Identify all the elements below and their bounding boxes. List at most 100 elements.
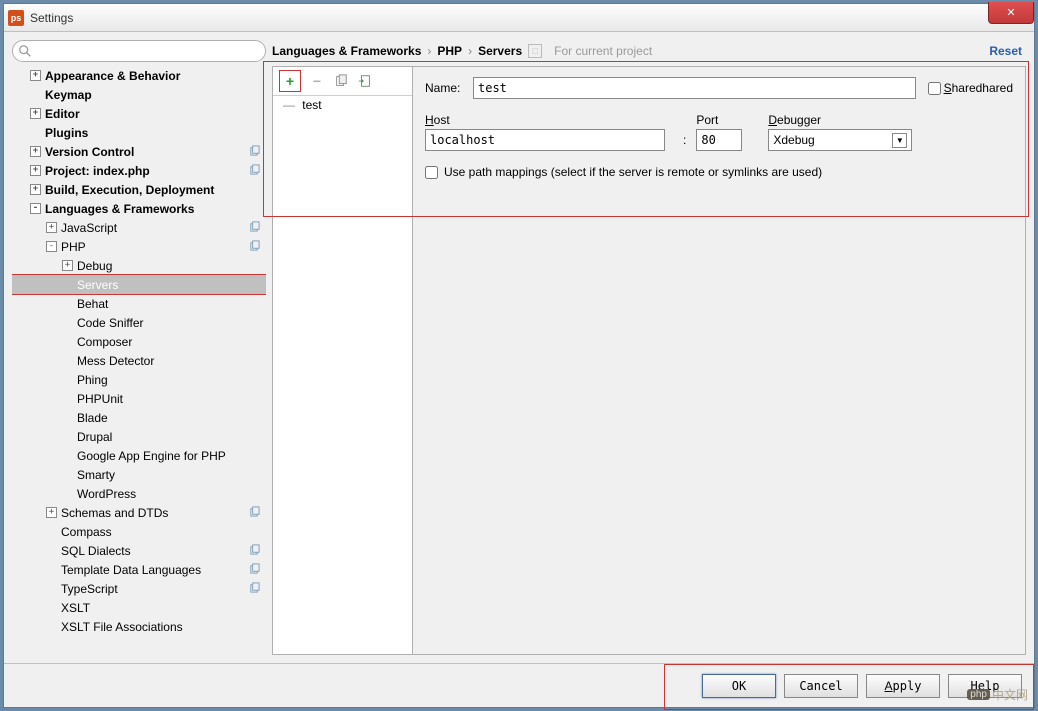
port-input[interactable] <box>696 129 742 151</box>
tree-item-phing[interactable]: Phing <box>12 370 266 389</box>
path-mappings-row: Use path mappings (select if the server … <box>425 165 1013 179</box>
expand-toggle-icon[interactable]: + <box>62 260 73 271</box>
project-scope-icon <box>249 240 260 254</box>
tree-item-label: Keymap <box>45 88 92 102</box>
server-name: test <box>302 98 321 112</box>
window-title: Settings <box>30 11 73 25</box>
tree-item-servers[interactable]: Servers <box>12 275 266 294</box>
tree-item-xslt-file-associations[interactable]: XSLT File Associations <box>12 617 266 636</box>
tree-item-label: PHPUnit <box>77 392 123 406</box>
remove-server-button[interactable]: − <box>309 73 325 89</box>
expand-toggle-icon[interactable]: - <box>30 203 41 214</box>
expand-toggle-icon[interactable]: - <box>46 241 57 252</box>
colon-column: : <box>673 117 696 147</box>
tree-item-label: Smarty <box>77 468 115 482</box>
tree-item-plugins[interactable]: Plugins <box>12 123 266 142</box>
tree-item-version-control[interactable]: + Version Control <box>12 142 266 161</box>
tree-item-sql-dialects[interactable]: SQL Dialects <box>12 541 266 560</box>
tree-item-drupal[interactable]: Drupal <box>12 427 266 446</box>
expand-toggle-icon[interactable]: + <box>46 507 57 518</box>
apply-button[interactable]: Apply <box>866 674 940 698</box>
path-mappings-label: Use path mappings (select if the server … <box>444 165 822 179</box>
tree-item-mess-detector[interactable]: Mess Detector <box>12 351 266 370</box>
tree-item-languages-frameworks[interactable]: -Languages & Frameworks <box>12 199 266 218</box>
shared-checkbox[interactable] <box>928 82 941 95</box>
breadcrumb: Languages & Frameworks › PHP › Servers □… <box>272 40 1026 62</box>
tree-item-build-execution-deployment[interactable]: + Build, Execution, Deployment <box>12 180 266 199</box>
tree-item-typescript[interactable]: TypeScript <box>12 579 266 598</box>
tree-item-label: Compass <box>61 525 112 539</box>
tree-item-debug[interactable]: +Debug <box>12 256 266 275</box>
tree-item-label: Blade <box>77 411 108 425</box>
name-input[interactable] <box>473 77 916 99</box>
breadcrumb-hint: For current project <box>554 44 652 58</box>
expand-toggle-icon[interactable]: + <box>30 184 41 195</box>
tree-item-xslt[interactable]: XSLT <box>12 598 266 617</box>
expand-toggle-icon[interactable]: + <box>46 222 57 233</box>
tree-item-editor[interactable]: +Editor <box>12 104 266 123</box>
tree-item-code-sniffer[interactable]: Code Sniffer <box>12 313 266 332</box>
app-icon: ps <box>8 10 24 26</box>
tree-item-label: Build, Execution, Deployment <box>45 183 214 197</box>
cancel-button[interactable]: Cancel <box>784 674 858 698</box>
port-label: Port <box>696 113 756 127</box>
tree-item-compass[interactable]: Compass <box>12 522 266 541</box>
reset-link[interactable]: Reset <box>989 44 1022 58</box>
breadcrumb-item[interactable]: Languages & Frameworks <box>272 44 421 58</box>
ok-button[interactable]: OK <box>702 674 776 698</box>
content-area: + Appearance & Behavior Keymap +EditorPlugi… <box>4 32 1034 663</box>
project-scope-icon <box>249 506 260 520</box>
host-input[interactable] <box>425 129 665 151</box>
tree-item-composer[interactable]: Composer <box>12 332 266 351</box>
titlebar[interactable]: ps Settings <box>4 4 1034 32</box>
debugger-value: Xdebug <box>773 133 814 147</box>
expand-toggle-icon[interactable]: + <box>30 108 41 119</box>
expand-toggle-icon[interactable]: + <box>30 165 41 176</box>
tree-item-blade[interactable]: Blade <box>12 408 266 427</box>
tree-item-behat[interactable]: Behat <box>12 294 266 313</box>
expand-toggle-icon[interactable]: + <box>30 70 41 81</box>
tree-item-wordpress[interactable]: WordPress <box>12 484 266 503</box>
tree-item-smarty[interactable]: Smarty <box>12 465 266 484</box>
close-button[interactable] <box>988 2 1034 24</box>
add-server-button[interactable]: + <box>282 73 298 89</box>
expand-toggle-icon[interactable]: + <box>30 146 41 157</box>
settings-tree[interactable]: + Appearance & Behavior Keymap +EditorPlugi… <box>12 66 266 655</box>
tree-item-label: Servers <box>77 278 118 292</box>
tree-item-google-app-engine-for-php[interactable]: Google App Engine for PHP <box>12 446 266 465</box>
port-column: Port <box>696 113 756 151</box>
tree-item-schemas-and-dtds[interactable]: +Schemas and DTDs <box>12 503 266 522</box>
dialog-footer: OK Cancel Apply Help php 中文网 <box>4 663 1034 707</box>
tree-item-project-index-php[interactable]: +Project: index.php <box>12 161 266 180</box>
search-input[interactable] <box>12 40 266 62</box>
servers-panel: + − — test <box>272 66 1026 655</box>
host-label: Host <box>425 113 673 127</box>
copy-server-button[interactable] <box>333 73 349 89</box>
servers-list-body[interactable]: — test <box>273 95 412 654</box>
debugger-select[interactable]: Xdebug ▼ <box>768 129 912 151</box>
tree-item-label: WordPress <box>77 487 136 501</box>
path-mappings-checkbox[interactable] <box>425 166 438 179</box>
tree-item-javascript[interactable]: +JavaScript <box>12 218 266 237</box>
breadcrumb-item[interactable]: PHP <box>437 44 462 58</box>
tree-item-label: Appearance & Behavior <box>45 69 180 83</box>
server-form: Name: Sharedhared Host : <box>413 67 1025 654</box>
tree-item-keymap[interactable]: Keymap <box>12 85 266 104</box>
debugger-column: Debugger Xdebug ▼ <box>768 113 912 151</box>
server-list-item[interactable]: — test <box>273 96 412 114</box>
shared-label: Sharedhared <box>944 81 1013 95</box>
tree-item-template-data-languages[interactable]: Template Data Languages <box>12 560 266 579</box>
tree-item-label: Mess Detector <box>77 354 154 368</box>
tree-item-label: SQL Dialects <box>61 544 131 558</box>
tree-item-phpunit[interactable]: PHPUnit <box>12 389 266 408</box>
tree-item-appearance-behavior[interactable]: + Appearance & Behavior <box>12 66 266 85</box>
project-scope-icon <box>249 145 260 159</box>
add-highlight: + <box>279 70 301 92</box>
tree-item-label: Version Control <box>45 145 134 159</box>
tree-item-label: Behat <box>77 297 108 311</box>
tree-item-label: Template Data Languages <box>61 563 201 577</box>
shared-checkbox-wrapper: Sharedhared <box>928 81 1013 95</box>
tree-item-php[interactable]: -PHP <box>12 237 266 256</box>
import-server-button[interactable] <box>357 73 373 89</box>
help-button[interactable]: Help <box>948 674 1022 698</box>
